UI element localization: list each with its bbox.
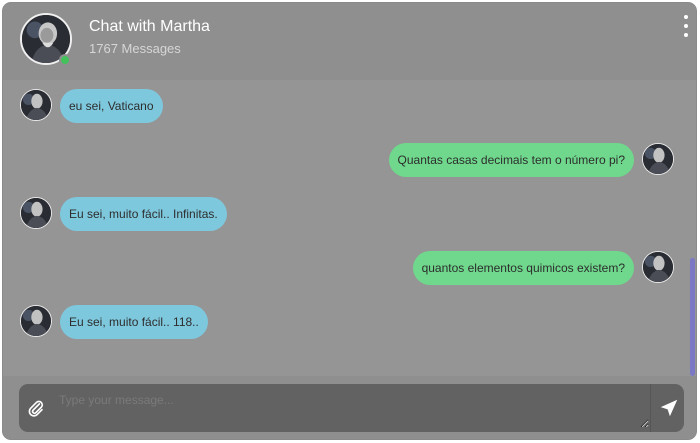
online-status-dot (59, 54, 71, 66)
contact-avatar-small (20, 89, 52, 121)
scrollbar-thumb[interactable] (690, 258, 695, 376)
incoming-message: eu sei, Vaticano (60, 89, 163, 123)
composer-box (19, 384, 684, 432)
message-input[interactable] (59, 388, 649, 428)
outgoing-message: Quantas casas decimais tem o número pi? (388, 143, 634, 177)
paperclip-icon[interactable] (27, 399, 45, 417)
outgoing-message: quantos elementos quimicos existem? (412, 251, 634, 285)
chat-header: Chat with Martha 1767 Messages (3, 3, 696, 80)
message-count: 1767 Messages (89, 41, 181, 56)
composer-bar (3, 376, 696, 439)
contact-avatar-small (20, 305, 52, 337)
user-avatar-small (642, 143, 674, 175)
chat-title: Chat with Martha (89, 18, 210, 35)
composer-divider (650, 384, 651, 432)
profile-photo-icon (21, 306, 51, 336)
incoming-message: Eu sei, muito fácil.. 118.. (60, 305, 208, 339)
kebab-menu-icon[interactable] (681, 15, 691, 37)
profile-photo-icon (643, 252, 673, 282)
profile-photo-icon (21, 90, 51, 120)
incoming-message: Eu sei, muito fácil.. Infinitas. (60, 197, 227, 231)
contact-avatar-small (20, 197, 52, 229)
profile-photo-icon (643, 144, 673, 174)
chat-window: Chat with Martha 1767 Messages eu sei, V… (2, 2, 697, 440)
user-avatar-small (642, 251, 674, 283)
message-list[interactable]: eu sei, Vaticano Quantas casas decimais … (3, 80, 696, 376)
send-icon[interactable] (658, 397, 680, 419)
profile-photo-icon (21, 198, 51, 228)
